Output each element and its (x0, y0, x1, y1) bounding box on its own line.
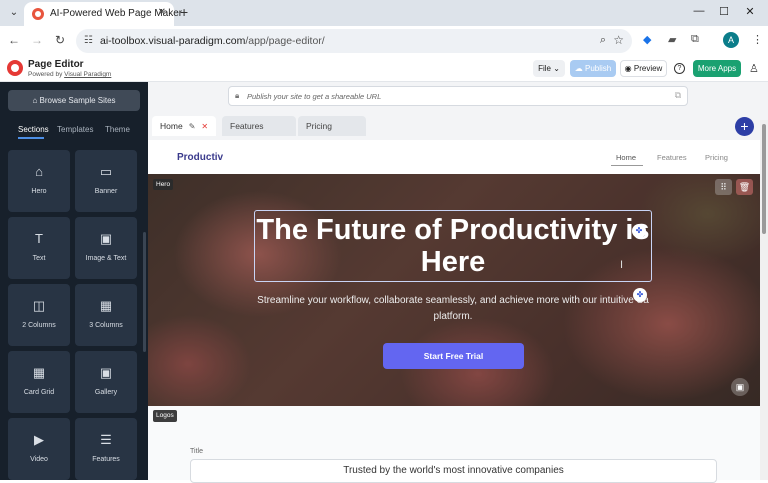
browser-tab-strip: ⌄ AI-Powered Web Page Maker ✕ + — ☐ ✕ (0, 0, 768, 26)
extension-2-icon[interactable]: ▰ (668, 33, 676, 46)
tab-search-icon[interactable]: ⌄ (6, 5, 22, 21)
user-icon[interactable]: ♙ (749, 62, 759, 75)
publish-button[interactable]: ☁ Publish (570, 60, 616, 77)
logos-section[interactable]: Logos Title Trusted by the world's most … (148, 406, 760, 483)
forward-icon[interactable]: → (29, 33, 45, 47)
two-columns-icon: ◫ (32, 298, 46, 313)
back-icon[interactable]: ← (6, 33, 22, 47)
hero-subtitle[interactable]: Streamline your workflow, collaborate se… (254, 293, 652, 325)
app-header: Page Editor Powered by Visual Paradigm F… (0, 56, 768, 82)
more-apps-button[interactable]: More Apps (693, 60, 741, 77)
close-window-icon[interactable]: ✕ (742, 5, 758, 18)
browse-sample-sites-button[interactable]: ⌂ Browse Sample Sites (8, 90, 140, 111)
app-logo-icon (7, 60, 23, 76)
title-field[interactable]: Trusted by the world's most innovative c… (190, 459, 717, 483)
site-nav-features[interactable]: Features (657, 153, 687, 162)
hero-section[interactable]: Hero ⠿ 🗑︎ The Future of Productivity is … (148, 174, 760, 406)
change-image-icon[interactable]: ▣ (731, 378, 749, 396)
reload-icon[interactable]: ↻ (52, 33, 68, 47)
editor-canvas: 🔒︎ Publish your site to get a shareable … (148, 82, 768, 483)
image-icon: ▣ (99, 231, 113, 246)
active-tab-indicator (18, 137, 44, 139)
canvas-scrollbar-thumb[interactable] (762, 124, 766, 234)
bookmark-star-icon[interactable]: ☆ (613, 33, 624, 47)
powered-by-link[interactable]: Visual Paradigm (64, 71, 111, 78)
three-columns-icon: ▦ (99, 298, 113, 313)
site-nav-pricing[interactable]: Pricing (705, 153, 728, 162)
app-title: Page Editor (28, 59, 84, 70)
share-url-bar: 🔒︎ Publish your site to get a shareable … (228, 86, 688, 106)
section-tile-video[interactable]: ▶ Video (8, 418, 70, 480)
tab-close-icon[interactable]: ✕ (158, 7, 166, 18)
zoom-icon[interactable]: ⌕ (600, 34, 606, 47)
start-free-trial-button[interactable]: Start Free Trial (383, 343, 524, 369)
address-bar[interactable]: ☷ ai-toolbox.visual-paradigm.com/app/pag… (76, 29, 632, 53)
add-page-button[interactable]: + (735, 117, 754, 136)
section-tile-banner[interactable]: ▭ Banner (75, 150, 137, 212)
page-tab-features[interactable]: Features (222, 116, 296, 136)
section-tile-features[interactable]: ☰ Features (75, 418, 137, 480)
banner-icon: ▭ (99, 164, 113, 179)
section-tile-image-text[interactable]: ▣ Image & Text (75, 217, 137, 279)
hero-background-image (148, 174, 760, 406)
video-icon: ▶ (34, 432, 44, 447)
tab-theme[interactable]: Theme (105, 125, 130, 134)
site-settings-icon[interactable]: ☷ (84, 35, 93, 46)
section-tile-gallery[interactable]: ▣ Gallery (75, 351, 137, 413)
copy-icon[interactable]: ⧉ (675, 90, 681, 101)
tab-templates[interactable]: Templates (57, 125, 93, 134)
ai-rewrite-title-icon[interactable]: ✤ (632, 224, 646, 238)
extensions-puzzle-icon[interactable]: ⧉ (691, 33, 699, 46)
profile-avatar[interactable]: A (723, 32, 739, 48)
section-tile-3-columns[interactable]: ▦ 3 Columns (75, 284, 137, 346)
page-tab-home[interactable]: Home ✎ ✕ (152, 116, 216, 136)
site-nav-home[interactable]: Home (616, 153, 636, 162)
title-field-value: Trusted by the world's most innovative c… (343, 465, 564, 476)
delete-section-icon[interactable]: 🗑︎ (736, 179, 753, 195)
section-tile-2-columns[interactable]: ◫ 2 Columns (8, 284, 70, 346)
grid-icon: ▦ (32, 365, 46, 380)
page-tab-pricing[interactable]: Pricing (298, 116, 366, 136)
site-brand[interactable]: Productiv (177, 152, 223, 163)
sections-panel: ⌂ Browse Sample Sites Sections Templates… (0, 82, 148, 480)
features-icon: ☰ (100, 432, 112, 447)
canvas-scrollbar[interactable] (760, 120, 768, 480)
lock-icon: 🔒︎ (235, 91, 240, 100)
section-tile-text[interactable]: T Text (8, 217, 70, 279)
hero-title[interactable]: The Future of Productivity is Here (254, 214, 652, 278)
site-navbar: Productiv Home Features Pricing (148, 140, 760, 174)
title-field-label: Title (190, 448, 203, 455)
preview-button[interactable]: ◉ Preview (620, 60, 667, 77)
delete-page-icon[interactable]: ✕ (201, 122, 208, 131)
drag-handle-icon[interactable]: ⠿ (715, 179, 732, 195)
powered-by: Powered by Visual Paradigm (28, 71, 112, 78)
section-tile-hero[interactable]: ⌂ Hero (8, 150, 70, 212)
section-tile-card-grid[interactable]: ▦ Card Grid (8, 351, 70, 413)
hero-section-label: Hero (153, 179, 174, 190)
url-text: ai-toolbox.visual-paradigm.com/app/page-… (100, 35, 325, 47)
help-icon[interactable]: ? (674, 63, 685, 74)
text-icon: T (35, 231, 43, 246)
new-tab-icon[interactable]: + (180, 4, 188, 20)
browser-toolbar: ← → ↻ ☷ ai-toolbox.visual-paradigm.com/a… (0, 26, 768, 56)
site-nav-active-underline (611, 165, 643, 166)
browser-menu-icon[interactable]: ⋮ (752, 33, 763, 46)
edit-pencil-icon[interactable]: ✎ (189, 122, 196, 131)
panel-scrollbar[interactable] (143, 232, 146, 352)
file-menu-button[interactable]: File ⌄ (533, 60, 565, 77)
extension-icon[interactable]: ◆ (643, 33, 651, 46)
minimize-icon[interactable]: — (691, 5, 707, 17)
logos-section-label: Logos (153, 410, 177, 422)
ai-rewrite-subtitle-icon[interactable]: ✤ (633, 288, 647, 302)
gallery-icon: ▣ (99, 365, 113, 380)
tab-favicon-icon (32, 8, 44, 20)
tab-sections[interactable]: Sections (18, 125, 49, 134)
home-icon: ⌂ (35, 164, 43, 179)
maximize-icon[interactable]: ☐ (716, 5, 732, 18)
browser-tab[interactable]: AI-Powered Web Page Maker ✕ (24, 2, 182, 26)
text-cursor-icon: I (620, 259, 624, 271)
